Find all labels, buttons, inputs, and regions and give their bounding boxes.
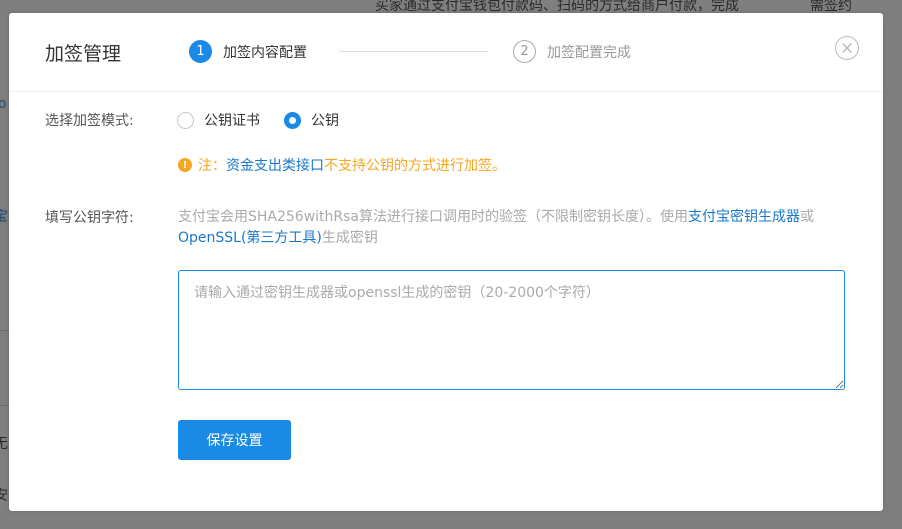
step-label: 加签配置完成 xyxy=(547,44,631,61)
step-label: 加签内容配置 xyxy=(223,44,307,61)
background-fragment: 宝 xyxy=(0,209,8,225)
step-number: 1 xyxy=(189,40,212,63)
dialog-title: 加签管理 xyxy=(45,43,122,65)
warning-icon: ! xyxy=(178,158,192,172)
desc-text: 生成密钥 xyxy=(321,230,378,246)
desc-text: 支付宝会用SHA256withRsa算法进行接口调用时的验签（不限制密钥长度）。… xyxy=(178,209,689,225)
sign-mode-label: 选择加签模式: xyxy=(45,113,134,129)
background-fragment: o xyxy=(0,96,7,112)
radio-public-key-cert[interactable]: 公钥证书 xyxy=(177,110,260,130)
close-icon xyxy=(841,42,853,54)
public-key-input[interactable] xyxy=(178,270,845,390)
radio-label: 公钥 xyxy=(311,113,339,129)
radio-label: 公钥证书 xyxy=(204,113,260,129)
step-content-config: 1 加签内容配置 xyxy=(189,39,307,64)
background-fragment: 安 xyxy=(0,488,8,504)
public-key-description: 支付宝会用SHA256withRsa算法进行接口调用时的验签（不限制密钥长度）。… xyxy=(178,207,848,249)
fund-payout-api-link[interactable]: 资金支出类接口 xyxy=(226,155,324,175)
save-settings-button[interactable]: 保存设置 xyxy=(178,420,291,460)
radio-unchecked-icon[interactable] xyxy=(177,111,194,129)
step-number: 2 xyxy=(513,40,536,63)
key-generator-link[interactable]: 支付宝密钥生成器 xyxy=(688,209,800,225)
notice-message: ! 注： 资金支出类接口 不支持公钥的方式进行加签。 xyxy=(178,155,506,175)
sign-mode-radio-group: 公钥证书 公钥 xyxy=(177,110,363,130)
radio-checked-icon[interactable] xyxy=(284,111,301,129)
radio-public-key[interactable]: 公钥 xyxy=(284,110,339,130)
desc-text: 或 xyxy=(800,209,815,225)
step-config-complete: 2 加签配置完成 xyxy=(513,39,631,64)
notice-prefix: 注： xyxy=(198,158,226,174)
sign-management-dialog: 加签管理 1 加签内容配置 2 加签配置完成 选择加签模式: 公钥证书 公钥 ! xyxy=(9,13,883,511)
step-connector xyxy=(339,51,488,52)
background-fragment: 无 xyxy=(0,436,8,452)
close-button[interactable] xyxy=(835,36,859,60)
public-key-label: 填写公钥字符: xyxy=(45,210,134,226)
notice-text: 不支持公钥的方式进行加签。 xyxy=(324,158,506,174)
openssl-link[interactable]: OpenSSL(第三方工具) xyxy=(178,230,322,246)
dialog-header: 加签管理 1 加签内容配置 2 加签配置完成 xyxy=(9,13,883,92)
